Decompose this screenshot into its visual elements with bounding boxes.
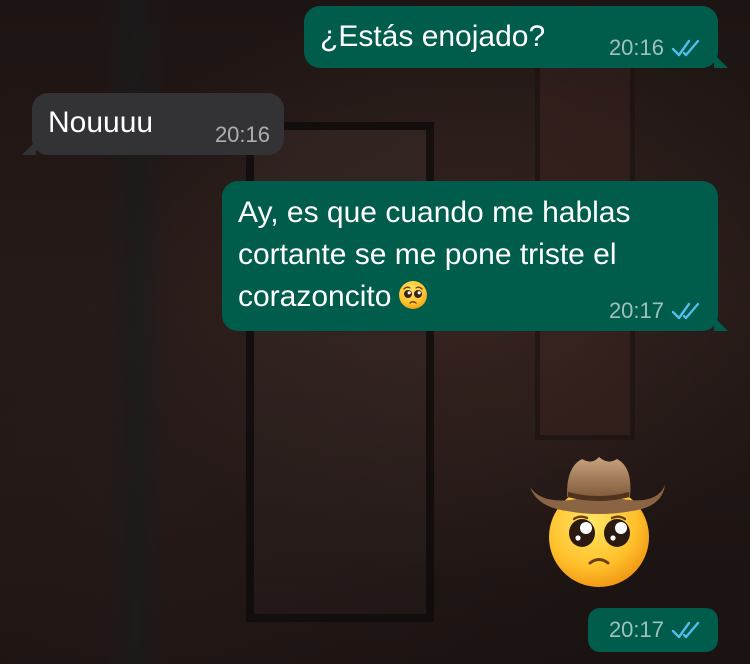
- message-meta: 20:16: [215, 123, 270, 147]
- bubble-tail: [714, 317, 728, 331]
- read-receipt-icon: [671, 302, 700, 320]
- cowboy-pleading-face-sticker-icon[interactable]: [522, 445, 672, 590]
- message-time: 20:16: [608, 35, 664, 60]
- message-bubble-outgoing[interactable]: ¿Estás enojado? 20:16: [304, 6, 728, 68]
- sticker-timestamp-badge: 20:17: [588, 608, 718, 652]
- bubble-tail: [714, 54, 728, 68]
- message-meta: 20:16: [609, 36, 704, 60]
- read-receipt-icon: [671, 621, 700, 639]
- message-time: 20:17: [608, 617, 664, 642]
- message-time: 20:17: [608, 298, 664, 323]
- read-receipt-icon: [671, 39, 700, 57]
- pleading-face-emoji-icon: [399, 281, 428, 309]
- message-meta: 20:17: [609, 299, 704, 323]
- message-text-content: Ay, es que cuando me hablas cortante se …: [238, 196, 639, 313]
- message-bubble-incoming[interactable]: Nouuuu 20:16: [22, 93, 284, 155]
- message-bubble-outgoing[interactable]: Ay, es que cuando me hablas cortante se …: [222, 181, 728, 331]
- message-time: 20:16: [214, 122, 270, 147]
- bubble-tail: [22, 141, 36, 155]
- message-meta: 20:17: [609, 618, 704, 642]
